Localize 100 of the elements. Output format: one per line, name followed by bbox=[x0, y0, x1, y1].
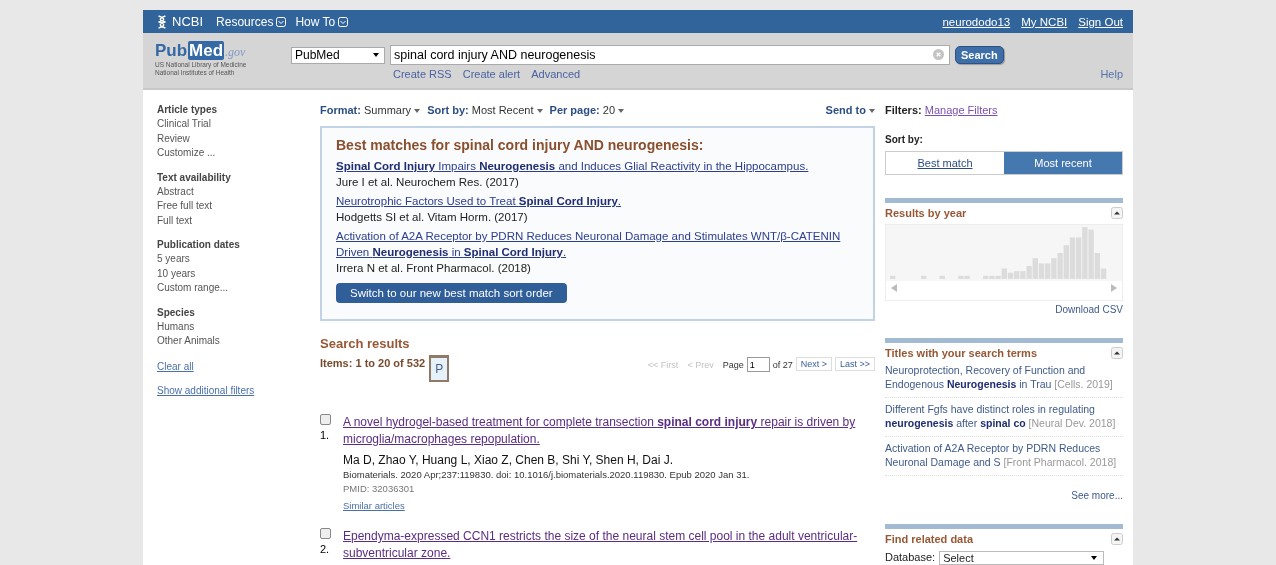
article-link[interactable]: Neurotrophic Factors Used to Treat Spinal Cord Injury. bbox=[336, 193, 859, 209]
article-source: Jure I et al. Neurochem Res. (2017) bbox=[336, 175, 520, 190]
filter-option[interactable]: 10 years bbox=[157, 266, 320, 281]
histogram-bar[interactable] bbox=[1038, 263, 1045, 279]
panel-title: Find related data bbox=[885, 533, 974, 545]
clear-icon[interactable] bbox=[933, 49, 944, 60]
display-option[interactable]: Per page: 20 bbox=[549, 104, 625, 116]
filter-option[interactable]: Abstract bbox=[157, 184, 320, 199]
search-field[interactable]: spinal cord injury AND neurogenesis bbox=[390, 45, 950, 65]
display-option[interactable]: Format: Summary bbox=[320, 104, 421, 116]
filter-option[interactable]: 5 years bbox=[157, 252, 320, 267]
histogram-bar[interactable] bbox=[1082, 227, 1088, 279]
histogram-bar[interactable] bbox=[1007, 272, 1014, 279]
result-title-link[interactable]: Ependyma-expressed CCN1 restricts the size of the neural stem cell pool in the adult ventricular-subventricular zone. bbox=[343, 528, 875, 562]
results-heading: Search results bbox=[320, 336, 411, 351]
scroll-right-icon[interactable] bbox=[1111, 284, 1117, 292]
caret-icon bbox=[1091, 556, 1098, 560]
histogram-bar[interactable] bbox=[1063, 245, 1069, 279]
send-to-menu[interactable]: Send to bbox=[825, 104, 875, 116]
filter-option[interactable]: Custom range... bbox=[157, 281, 320, 296]
related-title-link[interactable]: Activation of A2A Receptor by PDRN Reduces Neuronal Damage and S [Front Pharmacol. 2018] bbox=[885, 437, 1123, 476]
account-link[interactable]: neurododo13 bbox=[942, 15, 1011, 28]
dropdown-icon bbox=[338, 16, 349, 27]
result-number: 1. bbox=[320, 429, 331, 441]
best-matches-heading: Best matches for spinal cord injury AND neurogenesis: bbox=[336, 137, 705, 153]
brand-name: NCBI bbox=[172, 14, 204, 29]
filter-option[interactable]: Free full text bbox=[157, 199, 320, 214]
result-citation: Biomaterials. 2020 Apr;237:119830. doi: 10.1016/j.biomaterials.2020.119830. Epub 2020 Jan 31. bbox=[343, 468, 751, 482]
filter-option[interactable]: Humans bbox=[157, 319, 320, 334]
article-source: Irrera N et al. Front Pharmacol. (2018) bbox=[336, 261, 532, 276]
article-link[interactable]: Activation of A2A Receptor by PDRN Reduces Neuronal Damage and Stimulates WNT/β-CATENIN Driven Neurogenesis in Spinal Cord Injury. bbox=[336, 228, 859, 260]
histogram-bar[interactable] bbox=[1100, 268, 1107, 279]
account-link[interactable]: My NCBI bbox=[1021, 15, 1068, 28]
see-more-link[interactable]: See more... bbox=[1071, 490, 1123, 501]
histogram-bar[interactable] bbox=[1026, 265, 1032, 279]
result-number: 2. bbox=[320, 543, 331, 555]
filter-option[interactable]: Full text bbox=[157, 213, 320, 228]
histogram-bar[interactable] bbox=[1020, 271, 1026, 279]
caret-icon bbox=[869, 109, 875, 114]
pager-button[interactable]: Last >> bbox=[834, 357, 875, 371]
similar-articles-link[interactable]: Similar articles bbox=[343, 500, 405, 511]
sort-order-button[interactable]: Switch to our new best match sort order bbox=[336, 283, 567, 303]
histogram-bar[interactable] bbox=[1014, 271, 1020, 279]
sort-label: Sort by: bbox=[885, 134, 924, 145]
helix-icon bbox=[156, 14, 168, 29]
histogram-bar[interactable] bbox=[1094, 253, 1100, 279]
article-link[interactable]: Spinal Cord Injury Impairs Neurogenesis and Induces Glial Reactivity in the Hippocampus. bbox=[336, 158, 859, 174]
histogram-bar[interactable] bbox=[1088, 229, 1094, 279]
display-option[interactable]: Sort by: Most Recent bbox=[427, 104, 543, 116]
related-title-link[interactable]: Neuroprotection, Recovery of Function and Endogenous Neurogenesis in Trau [Cells. 2019] bbox=[885, 359, 1123, 398]
histogram-bar[interactable] bbox=[1032, 258, 1038, 279]
collapse-icon[interactable] bbox=[1111, 347, 1123, 359]
filter-option[interactable]: Other Animals bbox=[157, 334, 320, 349]
filter-option[interactable]: Review bbox=[157, 131, 320, 146]
result-title-link[interactable]: A novel hydrogel-based treatment for complete transection spinal cord injury repair is driven by microglia/macrophages repopulation. bbox=[343, 414, 875, 448]
select-checkbox[interactable] bbox=[320, 414, 331, 425]
filter-group-title: Species bbox=[157, 306, 196, 318]
panel-title: Results by year bbox=[885, 207, 967, 219]
filter-link[interactable]: Clear all bbox=[157, 360, 194, 372]
search-link[interactable]: Advanced bbox=[531, 68, 581, 80]
histogram-bar[interactable] bbox=[1045, 263, 1051, 279]
filter-option[interactable]: Customize ... bbox=[157, 146, 320, 161]
database-label: Database: bbox=[885, 551, 936, 565]
menu-button[interactable]: Resources bbox=[216, 14, 287, 29]
search-link[interactable]: Create alert bbox=[462, 68, 521, 80]
clipboard-icon[interactable]: P bbox=[429, 355, 450, 382]
search-button[interactable]: Search bbox=[955, 46, 1004, 64]
histogram-bar[interactable] bbox=[1057, 253, 1063, 279]
pubmed-logo[interactable]: PubMed.gov bbox=[155, 42, 246, 61]
database-select[interactable]: PubMed bbox=[291, 46, 385, 64]
manage-filters-link[interactable]: Manage Filters bbox=[924, 104, 998, 116]
select-checkbox[interactable] bbox=[320, 528, 331, 539]
filter-link[interactable]: Show additional filters bbox=[157, 384, 255, 396]
results-count: Items: 1 to 20 of 532 bbox=[320, 357, 426, 371]
result-authors: Ma D, Zhao Y, Huang L, Xiao Z, Chen B, Shi Y, Shen H, Dai J. bbox=[343, 452, 674, 468]
histogram-bar[interactable] bbox=[1069, 237, 1076, 279]
article-source: Hodgetts SI et al. Vitam Horm. (2017) bbox=[336, 210, 529, 225]
caret-icon bbox=[536, 109, 543, 114]
caret-icon bbox=[618, 109, 625, 114]
database-dropdown[interactable]: Select bbox=[939, 551, 1105, 565]
result-pmid: PMID: 32036301 bbox=[343, 482, 416, 495]
page-count: of 27 bbox=[772, 360, 793, 370]
histogram-bar[interactable] bbox=[1051, 258, 1057, 279]
sort-tab[interactable]: Most recent bbox=[1004, 152, 1122, 174]
scroll-left-icon[interactable] bbox=[891, 284, 897, 292]
ncbi-logo[interactable]: NCBI bbox=[156, 14, 204, 29]
collapse-icon[interactable] bbox=[1111, 533, 1123, 545]
histogram-bar[interactable] bbox=[1001, 268, 1007, 279]
collapse-icon[interactable] bbox=[1111, 207, 1123, 219]
related-title-link[interactable]: Different Fgfs have distinct roles in regulating neurogenesis after spinal co [Neural Dev. 2018] bbox=[885, 398, 1123, 437]
page-field[interactable]: 1 bbox=[746, 357, 770, 372]
panel-title: Titles with your search terms bbox=[885, 347, 1038, 359]
filter-option[interactable]: Clinical Trial bbox=[157, 117, 320, 132]
search-link[interactable]: Create RSS bbox=[393, 68, 452, 80]
pager-button[interactable]: Next > bbox=[795, 357, 832, 371]
download-csv-link[interactable]: Download CSV bbox=[1055, 304, 1123, 315]
menu-button[interactable]: How To bbox=[295, 14, 349, 29]
histogram-bar[interactable] bbox=[1076, 237, 1082, 279]
account-link[interactable]: Sign Out bbox=[1078, 15, 1123, 28]
filter-group-title: Publication dates bbox=[157, 239, 241, 250]
